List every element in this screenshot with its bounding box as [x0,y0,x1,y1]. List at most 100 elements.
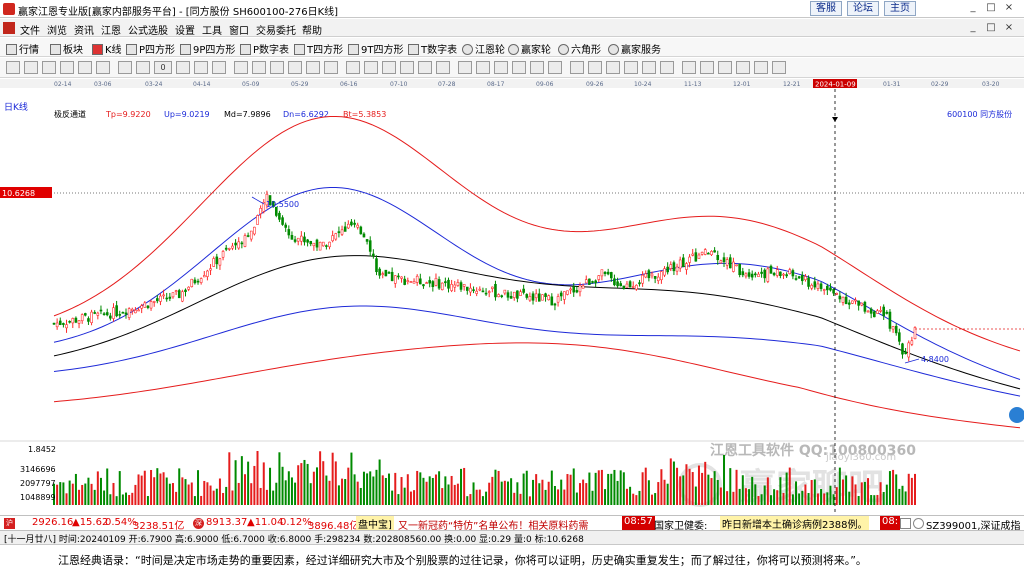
candle[interactable] [334,233,338,240]
drawing-tool-button[interactable] [606,61,620,74]
drawing-tool-button[interactable] [530,61,544,74]
candle[interactable] [409,281,413,283]
menu-file[interactable]: 文件 [20,22,40,37]
maximize-button[interactable]: □ [983,2,999,15]
candle[interactable] [819,283,823,289]
customer-service-link[interactable]: 客服 [810,1,842,16]
candle[interactable] [478,288,482,291]
candle[interactable] [290,235,294,240]
candle[interactable] [362,233,366,238]
candle[interactable] [318,241,322,251]
candle[interactable] [84,313,87,316]
menu-browse[interactable]: 浏览 [47,22,67,37]
candle[interactable] [503,289,507,294]
candle[interactable] [800,274,804,282]
candle[interactable] [353,222,356,225]
candle[interactable] [372,253,375,257]
candle[interactable] [343,226,347,232]
candle[interactable] [112,307,115,319]
candle[interactable] [440,282,444,291]
drawing-tool-button[interactable] [588,61,602,74]
candle[interactable] [703,249,707,255]
candle[interactable] [296,237,300,242]
toolbar-9p-square[interactable]: 9P四方形 [180,41,235,56]
candle[interactable] [851,300,854,304]
menu-news[interactable]: 资讯 [74,22,94,37]
drawing-tool-button[interactable] [270,61,284,74]
kline-chart-panel[interactable]: 02-14 03-06 03-24 04-14 05-09 05-29 06-16 07-10… [0,79,1024,515]
drawing-tool-button[interactable] [700,61,714,74]
toolbar-winner-wheel[interactable]: 赢家轮 [508,41,551,56]
candle[interactable] [278,212,281,220]
candle[interactable] [904,351,907,355]
candle[interactable] [891,326,895,330]
drawing-tool-button[interactable] [324,61,338,74]
candle[interactable] [171,292,175,298]
candle[interactable] [597,275,601,280]
candle[interactable] [287,229,291,236]
candle[interactable] [528,296,532,301]
candle[interactable] [196,280,200,283]
candle[interactable] [691,253,695,256]
candle[interactable] [738,263,741,276]
child-close-button[interactable]: × [1001,22,1017,35]
candle[interactable] [779,271,782,276]
candle[interactable] [613,278,616,286]
candle[interactable] [647,270,651,279]
candle[interactable] [487,291,491,293]
candle[interactable] [901,343,904,355]
candle[interactable] [866,310,870,313]
candle[interactable] [77,320,81,324]
candle[interactable] [719,260,723,264]
scroll-handle-icon[interactable] [1009,407,1024,423]
candle[interactable] [694,252,698,262]
toolbar-winner-service[interactable]: 赢家服务 [608,41,661,56]
candle[interactable] [666,266,669,273]
candle[interactable] [431,281,435,288]
drawing-tool-button[interactable] [136,61,150,74]
drawing-tool-button[interactable] [60,61,74,74]
candle[interactable] [829,287,832,291]
candle[interactable] [838,295,842,300]
candle[interactable] [62,323,65,325]
toolbar-p-square[interactable]: P四方形 [126,41,175,56]
candle[interactable] [181,291,184,302]
toolbar-p-number-table[interactable]: P数字表 [240,41,289,56]
candle[interactable] [816,283,820,289]
candle[interactable] [656,276,660,281]
candle[interactable] [115,305,118,317]
candle[interactable] [80,314,84,322]
candle[interactable] [437,279,441,289]
candle[interactable] [566,290,569,295]
candle[interactable] [365,239,369,242]
candle[interactable] [425,282,428,284]
candle[interactable] [653,275,657,279]
candle[interactable] [65,324,68,329]
candle[interactable] [606,271,610,275]
drawing-tool-button[interactable] [548,61,562,74]
menu-trading[interactable]: 交易委托 [256,22,296,37]
candle[interactable] [237,241,241,249]
candle[interactable] [500,295,504,297]
candle[interactable] [672,262,676,272]
drawing-tool-button[interactable] [754,61,768,74]
sz-index-switch-icon[interactable] [913,518,924,529]
menu-window[interactable]: 窗口 [229,22,249,37]
drawing-tool-button[interactable] [118,61,132,74]
candle[interactable] [206,270,209,277]
candle[interactable] [631,286,635,288]
candle[interactable] [710,251,713,256]
candle[interactable] [447,279,450,289]
candle[interactable] [259,207,262,214]
candle[interactable] [162,294,165,297]
drawing-tool-button[interactable] [682,61,696,74]
candle[interactable] [494,283,497,298]
candle[interactable] [403,278,406,285]
candle[interactable] [519,291,522,296]
candle[interactable] [393,275,397,284]
toolbar-t-number-table[interactable]: T数字表 [408,41,457,56]
candle[interactable] [885,311,889,314]
candle[interactable] [284,224,287,228]
candle[interactable] [685,263,688,270]
candle[interactable] [52,322,56,325]
